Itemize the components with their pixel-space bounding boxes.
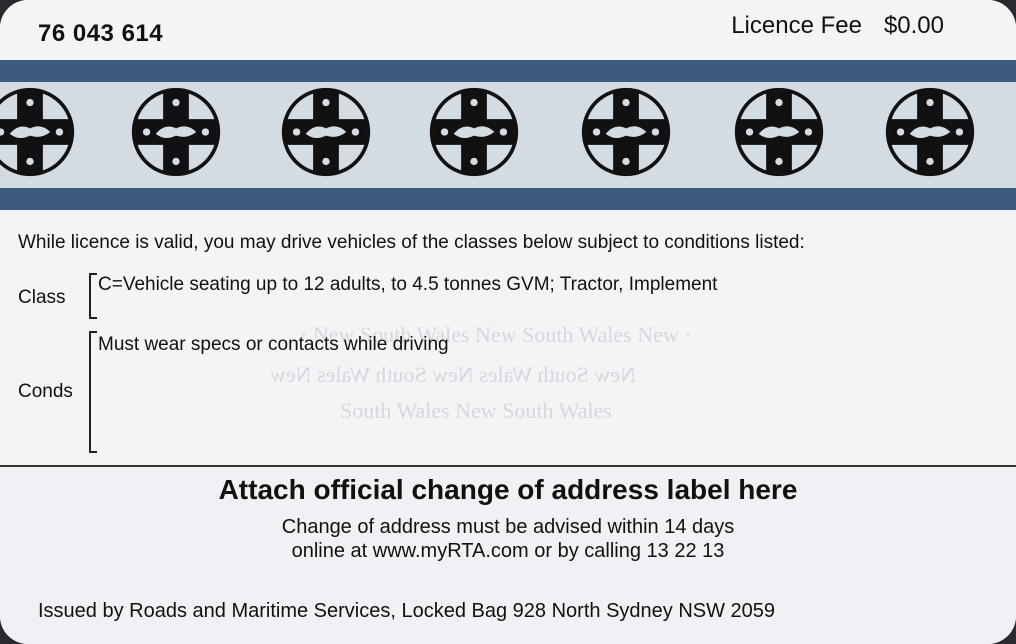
class-bracket bbox=[89, 273, 97, 319]
address-notice-line-2: online at www.myRTA.com or by calling 13… bbox=[291, 540, 725, 562]
nsw-emblem-icon bbox=[429, 87, 519, 177]
licence-fee-value: $0.00 bbox=[883, 12, 944, 39]
licence-fee-label: Licence Fee bbox=[731, 12, 862, 39]
nsw-emblem-icon bbox=[0, 87, 75, 177]
class-label: Class bbox=[18, 287, 66, 308]
class-value: C=Vehicle seating up to 12 adults, to 4.… bbox=[98, 274, 718, 295]
licence-number: 76 043 614 bbox=[38, 20, 164, 47]
nsw-emblem-icon bbox=[131, 87, 221, 177]
licence-validity-text: While licence is valid, you may drive ve… bbox=[18, 232, 805, 253]
licence-fee: Licence Fee $0.00 bbox=[731, 12, 944, 40]
attach-address-heading: Attach official change of address label … bbox=[218, 474, 798, 505]
hologram-watermark: South Wales New South Wales bbox=[340, 398, 612, 423]
conditions-bracket bbox=[89, 331, 97, 453]
address-notice-line-1: Change of address must be advised within… bbox=[281, 516, 735, 538]
nsw-emblem-icon bbox=[734, 87, 824, 177]
nsw-emblem-icon bbox=[281, 87, 371, 177]
nsw-emblem-icon bbox=[885, 87, 975, 177]
hologram-watermark: New South Wales New South Wales New bbox=[270, 362, 636, 387]
nsw-emblem-icon bbox=[581, 87, 671, 177]
conditions-label: Conds bbox=[18, 381, 73, 402]
licence-card-back: 76 043 614 Licence Fee $0.00 · New South … bbox=[0, 0, 1016, 644]
conditions-value: Must wear specs or contacts while drivin… bbox=[98, 334, 449, 355]
issuer-text: Issued by Roads and Maritime Services, L… bbox=[38, 600, 776, 622]
